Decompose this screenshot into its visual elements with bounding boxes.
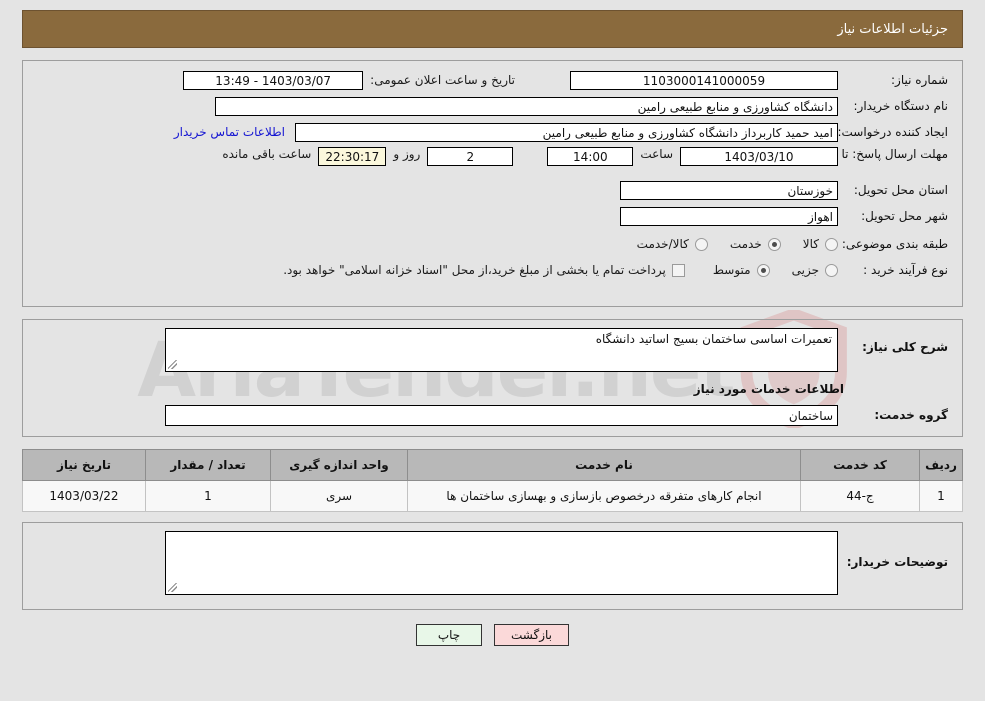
need-description-panel: شرح کلی نیاز: تعمیرات اساسی ساختمان بسیج… <box>22 319 963 437</box>
buyer-org-field[interactable]: دانشگاه کشاورزی و منابع طبیعی رامین <box>215 96 838 116</box>
back-button[interactable]: بازگشت <box>494 624 569 646</box>
row-requester: ایجاد کننده درخواست: امید حمید کاربرداز … <box>23 121 962 143</box>
category-option-kala-khedmat[interactable]: کالا/خدمت <box>637 237 708 251</box>
general-description-textarea[interactable]: تعمیرات اساسی ساختمان بسیج اساتید دانشگا… <box>165 328 838 372</box>
treasury-checkbox-wrap[interactable]: پرداخت تمام یا بخشی از مبلغ خرید،از محل … <box>283 263 685 277</box>
row-deadline: مهلت ارسال پاسخ: تا تاریخ: 1403/03/10 سا… <box>23 147 962 169</box>
footer-button-bar: بازگشت چاپ <box>0 624 985 646</box>
service-group-field[interactable]: ساختمان <box>165 404 838 426</box>
category-option-kala-khedmat-label: کالا/خدمت <box>636 237 689 251</box>
row-buyer-org: نام دستگاه خریدار: دانشگاه کشاورزی و منا… <box>23 95 962 117</box>
radio-jozei-icon[interactable] <box>825 263 838 277</box>
category-radio-group: کالا خدمت کالا/خدمت <box>615 237 838 251</box>
city-label: شهر محل تحویل: <box>861 209 948 223</box>
category-label: طبقه بندی موضوعی: <box>841 237 948 251</box>
table-header-row: ردیف کد خدمت نام خدمت واحد اندازه گیری ت… <box>22 449 963 481</box>
purchase-type-option-jozei-label: جزیی <box>791 263 819 277</box>
page-root: جزئیات اطلاعات نیاز شماره نیاز: 11030001… <box>0 10 985 701</box>
radio-motavaset-icon[interactable] <box>756 263 770 277</box>
category-option-khedmat[interactable]: خدمت <box>730 237 781 251</box>
deadline-countdown-field: 22:30:17 <box>318 147 387 166</box>
province-label: استان محل تحویل: <box>853 183 948 197</box>
buyer-contact-link[interactable]: اطلاعات تماس خریدار <box>174 125 285 139</box>
col-service-code: کد خدمت <box>800 449 920 481</box>
category-option-kala-label: کالا <box>802 237 819 251</box>
services-table: ردیف کد خدمت نام خدمت واحد اندازه گیری ت… <box>22 449 963 512</box>
print-button[interactable]: چاپ <box>416 624 482 646</box>
cell-unit: سری <box>270 480 408 512</box>
radio-kala-icon[interactable] <box>825 237 838 251</box>
need-info-panel: شماره نیاز: 1103000141000059 تاریخ و ساع… <box>22 60 963 307</box>
deadline-date-field[interactable]: 1403/03/10 <box>680 147 838 166</box>
general-description-label: شرح کلی نیاز: <box>862 340 948 354</box>
row-city: شهر محل تحویل: اهواز <box>23 205 962 227</box>
treasury-checkbox-icon[interactable] <box>671 263 685 277</box>
deadline-days-field[interactable]: 2 <box>427 147 514 166</box>
table-row[interactable]: 1 ج-44 انجام کارهای متفرقه درخصوص بازساز… <box>22 480 963 512</box>
service-group-label: گروه خدمت: <box>874 408 948 422</box>
announce-datetime-label: تاریخ و ساعت اعلان عمومی: <box>370 73 515 87</box>
page-title: جزئیات اطلاعات نیاز <box>837 21 948 37</box>
purchase-type-option-motavaset-label: متوسط <box>712 263 751 277</box>
col-quantity: تعداد / مقدار <box>145 449 271 481</box>
buyer-notes-textarea[interactable] <box>165 531 838 595</box>
purchase-type-radio-group: جزیی متوسط <box>691 263 838 277</box>
category-option-khedmat-label: خدمت <box>729 237 762 251</box>
deadline-time-field[interactable]: 14:00 <box>547 147 634 166</box>
row-category: طبقه بندی موضوعی: کالا خدمت کالا/خدمت <box>23 233 962 255</box>
radio-kala-khedmat-icon[interactable] <box>694 237 708 251</box>
row-need-number: شماره نیاز: 1103000141000059 تاریخ و ساع… <box>23 69 962 91</box>
row-province: استان محل تحویل: خوزستان <box>23 179 962 201</box>
cell-quantity: 1 <box>145 480 271 512</box>
purchase-type-option-motavaset[interactable]: متوسط <box>713 263 770 277</box>
row-general-description: شرح کلی نیاز: تعمیرات اساسی ساختمان بسیج… <box>23 328 962 372</box>
cell-service-name: انجام کارهای متفرقه درخصوص بازسازی و بهس… <box>407 480 801 512</box>
province-field[interactable]: خوزستان <box>620 180 838 200</box>
radio-khedmat-icon[interactable] <box>767 237 781 251</box>
deadline-days-label: روز و <box>393 147 421 161</box>
deadline-label: مهلت ارسال پاسخ: تا تاریخ: <box>809 147 948 161</box>
col-row-no: ردیف <box>919 449 963 481</box>
requester-label: ایجاد کننده درخواست: <box>837 125 948 139</box>
buyer-org-label: نام دستگاه خریدار: <box>853 99 949 113</box>
announce-datetime-field[interactable]: 1403/03/07 - 13:49 <box>183 70 364 90</box>
cell-need-date: 1403/03/22 <box>22 480 146 512</box>
treasury-checkbox-label: پرداخت تمام یا بخشی از مبلغ خرید،از محل … <box>283 263 666 277</box>
col-service-name: نام خدمت <box>407 449 801 481</box>
cell-service-code: ج-44 <box>800 480 920 512</box>
purchase-type-option-jozei[interactable]: جزیی <box>792 263 838 277</box>
col-need-date: تاریخ نیاز <box>22 449 146 481</box>
services-table-wrap: ردیف کد خدمت نام خدمت واحد اندازه گیری ت… <box>22 449 963 512</box>
need-number-label: شماره نیاز: <box>891 73 948 87</box>
deadline-remaining-label: ساعت باقی مانده <box>222 147 312 161</box>
city-field[interactable]: اهواز <box>620 206 838 226</box>
page-header: جزئیات اطلاعات نیاز <box>22 10 963 48</box>
purchase-type-label: نوع فرآیند خرید : <box>863 263 948 277</box>
col-unit: واحد اندازه گیری <box>270 449 408 481</box>
row-service-group: گروه خدمت: ساختمان <box>23 404 962 426</box>
need-number-field[interactable]: 1103000141000059 <box>570 70 838 90</box>
cell-row-no: 1 <box>919 480 963 512</box>
services-section-heading: اطلاعات خدمات مورد نیاز <box>693 382 844 396</box>
category-option-kala[interactable]: کالا <box>803 237 838 251</box>
row-purchase-type: نوع فرآیند خرید : جزیی متوسط پرداخت تمام… <box>23 259 962 281</box>
requester-field[interactable]: امید حمید کاربرداز دانشگاه کشاورزی و منا… <box>295 122 838 142</box>
row-buyer-notes: توضیحات خریدار: <box>23 531 962 595</box>
buyer-notes-label: توضیحات خریدار: <box>846 555 948 569</box>
buyer-notes-panel: توضیحات خریدار: <box>22 522 963 610</box>
deadline-time-label: ساعت <box>640 147 673 161</box>
